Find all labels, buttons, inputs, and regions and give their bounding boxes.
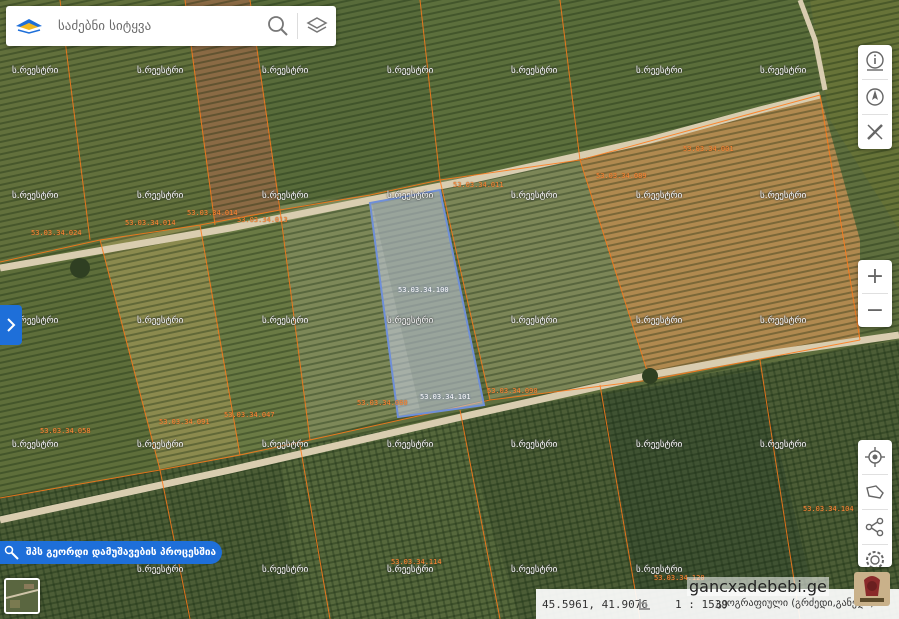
zoom-out-button[interactable]: − bbox=[858, 294, 892, 327]
site-watermark: gancxadebebi.ge bbox=[687, 577, 829, 596]
share-icon bbox=[865, 517, 884, 537]
wrench-icon bbox=[4, 545, 19, 560]
map-actions-group bbox=[858, 440, 892, 567]
info-icon bbox=[866, 51, 884, 71]
basemap-switcher[interactable] bbox=[4, 578, 40, 614]
divider bbox=[297, 13, 298, 39]
chevron-right-icon bbox=[7, 318, 16, 332]
process-status-label: შპს გეორდი დამუშავების პროცესშია bbox=[26, 547, 217, 558]
basemap-thumbnail bbox=[6, 580, 38, 612]
settings-button[interactable] bbox=[858, 545, 892, 567]
share-button[interactable] bbox=[858, 510, 892, 544]
locate-button[interactable] bbox=[858, 440, 892, 474]
zoom-controls: + − bbox=[858, 260, 892, 327]
coordinates-readout: 45.5961, 41.9076 bbox=[542, 598, 648, 611]
search-icon bbox=[268, 16, 288, 36]
satellite-map[interactable]: ს.რეესტრი ს.რეესტრი ს.რეესტრი ს.რეესტრი … bbox=[0, 0, 899, 619]
gear-icon bbox=[866, 551, 884, 567]
ruler-pencil-icon bbox=[867, 124, 883, 140]
layers-button[interactable] bbox=[302, 6, 332, 46]
satellite-imagery bbox=[0, 0, 899, 619]
zoom-in-label: + bbox=[865, 263, 885, 289]
measure-button[interactable] bbox=[858, 115, 892, 149]
polygon-draw-icon bbox=[866, 485, 884, 499]
compass-icon bbox=[866, 88, 884, 106]
info-button[interactable] bbox=[858, 45, 892, 79]
zoom-out-label: − bbox=[865, 297, 885, 323]
zoom-in-button[interactable]: + bbox=[858, 260, 892, 293]
registry-logo-icon bbox=[14, 16, 44, 36]
process-status-button[interactable]: შპს გეორდი დამუშავების პროცესშია bbox=[0, 541, 222, 564]
layers-icon bbox=[306, 17, 328, 33]
locate-icon bbox=[865, 447, 885, 467]
search-input[interactable] bbox=[56, 17, 263, 35]
side-panel-toggle[interactable] bbox=[0, 305, 22, 345]
compass-button[interactable] bbox=[858, 80, 892, 114]
draw-area-button[interactable] bbox=[858, 475, 892, 509]
search-box bbox=[6, 6, 336, 46]
scale-icon bbox=[638, 597, 652, 614]
search-button[interactable] bbox=[263, 6, 293, 46]
map-tools-group bbox=[858, 45, 892, 149]
site-seal-logo-icon bbox=[850, 566, 894, 610]
